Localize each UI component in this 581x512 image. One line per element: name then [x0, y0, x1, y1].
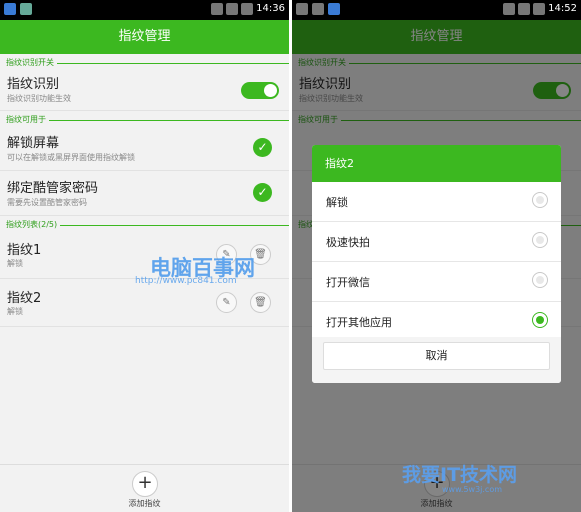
section-label: 指纹列表(2/5): [6, 219, 61, 230]
row-subtitle: 可以在解锁或黑屏界面使用指纹解锁: [7, 153, 135, 162]
phone-screen-2: 14:52 指纹管理 指纹识别开关 指纹识别 指纹识别功能生效 指纹可用于 指纹…: [292, 0, 581, 512]
battery-icon: [241, 3, 254, 15]
fingerprint-action: 解锁: [7, 259, 23, 268]
radio-button-selected[interactable]: [532, 312, 548, 328]
add-fingerprint-button[interactable]: +: [132, 471, 158, 497]
section-header-switch: 指纹识别开关: [0, 54, 289, 69]
section-header-usage: 指纹可用于: [0, 111, 289, 126]
radio-button[interactable]: [532, 272, 548, 288]
row-title: 指纹识别: [7, 77, 60, 92]
section-label: 指纹识别开关: [6, 57, 57, 68]
section-header-list: 指纹列表(2/5): [0, 216, 289, 231]
android-icon: [20, 3, 32, 15]
delete-icon[interactable]: 🗑: [250, 292, 271, 313]
fingerprint-name: 指纹2: [7, 291, 42, 306]
dialog-option-open-other-app[interactable]: 打开其他应用: [312, 302, 561, 342]
unlock-screen-row[interactable]: 解锁屏幕 可以在解锁或黑屏界面使用指纹解锁 ✓: [0, 126, 289, 171]
edit-icon[interactable]: ✎: [216, 292, 237, 313]
dialog-option-quick-capture[interactable]: 极速快拍: [312, 222, 561, 262]
fingerprint-recognition-row[interactable]: 指纹识别 指纹识别功能生效: [0, 69, 289, 111]
row-subtitle: 指纹识别功能生效: [7, 94, 71, 103]
row-title: 解锁屏幕: [7, 136, 60, 151]
camera-icon: [312, 3, 324, 15]
fingerprint-action-dialog: 指纹2 解锁 极速快拍 打开微信 打开其他应用 取消: [312, 145, 561, 383]
phone-screen-1: 14:36 指纹管理 指纹识别开关 指纹识别 指纹识别功能生效 指纹可用于 解锁…: [0, 0, 289, 512]
option-label: 打开微信: [326, 276, 370, 289]
radio-button[interactable]: [532, 232, 548, 248]
status-time: 14:52: [548, 3, 577, 14]
bind-password-row[interactable]: 绑定酷管家密码 需要先设置酷管家密码 ✓: [0, 171, 289, 216]
unlock-screen-checkbox[interactable]: ✓: [253, 138, 272, 157]
option-label: 极速快拍: [326, 236, 370, 249]
dialog-option-open-wechat[interactable]: 打开微信: [312, 262, 561, 302]
signal-icon: [226, 3, 239, 15]
status-time: 14:36: [256, 3, 285, 14]
option-label: 打开其他应用: [326, 316, 392, 329]
nfc-icon: [211, 3, 224, 15]
signal-icon: [518, 3, 531, 15]
fingerprint-list-item[interactable]: 指纹2 解锁 ✎ 🗑: [0, 279, 289, 327]
add-fingerprint-label: 添加指纹: [128, 499, 161, 508]
nfc-icon: [503, 3, 516, 15]
bind-password-checkbox[interactable]: ✓: [253, 183, 272, 202]
bottom-bar: + 添加指纹: [0, 464, 289, 512]
option-label: 解锁: [326, 196, 348, 209]
fingerprint-name: 指纹1: [7, 243, 42, 258]
dialog-title: 指纹2: [312, 145, 561, 182]
fingerprint-toggle[interactable]: [241, 82, 279, 99]
row-subtitle: 需要先设置酷管家密码: [7, 198, 87, 207]
app-bar: 指纹管理: [0, 20, 289, 54]
watermark-url: www.5w3j.com: [442, 485, 503, 494]
watermark-url: http://www.pc841.com: [135, 276, 237, 286]
dialog-option-unlock[interactable]: 解锁: [312, 182, 561, 222]
notification-icon: [328, 3, 340, 15]
notification-icon: [4, 3, 16, 15]
status-bar: 14:36: [0, 0, 289, 20]
row-title: 绑定酷管家密码: [7, 181, 99, 196]
watermark-text: 我要IT技术网: [402, 464, 518, 486]
fingerprint-action: 解锁: [7, 307, 23, 316]
page-title: 指纹管理: [118, 29, 171, 44]
battery-icon: [533, 3, 546, 15]
cancel-button[interactable]: 取消: [323, 342, 550, 370]
radio-button[interactable]: [532, 192, 548, 208]
image-icon: [296, 3, 308, 15]
status-bar: 14:52: [292, 0, 581, 20]
section-label: 指纹可用于: [6, 114, 49, 125]
